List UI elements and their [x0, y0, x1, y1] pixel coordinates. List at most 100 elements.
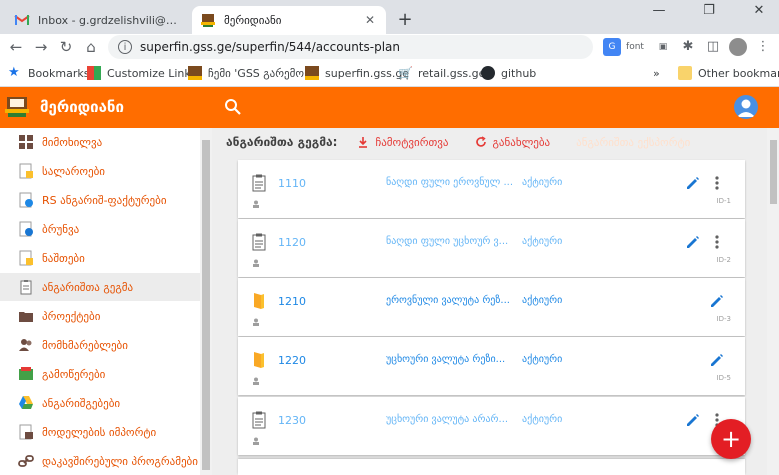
tab-strip: Inbox - g.grdzelishvili@gss.ge - G მერიდ… — [0, 0, 779, 34]
clipboard-icon — [252, 174, 266, 192]
sidebar-item-users[interactable]: მომხმარებლები — [0, 331, 200, 359]
home-icon[interactable]: ⌂ — [81, 37, 101, 57]
main-scrollbar[interactable] — [767, 128, 779, 475]
new-tab-icon[interactable]: + — [394, 9, 416, 31]
close-window-icon[interactable]: ✕ — [739, 0, 779, 22]
account-code[interactable]: 1110 — [278, 177, 306, 190]
sidebar-item-model-import[interactable]: მოდელების იმპორტი — [0, 418, 200, 446]
account-card-partial[interactable] — [238, 459, 745, 475]
edit-icon[interactable] — [709, 352, 725, 368]
tab-title: მერიდიანი — [224, 13, 282, 27]
reload-icon[interactable]: ↻ — [56, 37, 76, 57]
app-logo-icon[interactable] — [4, 94, 30, 120]
account-card[interactable]: 1120 ნაღდი ფული უცხოურ ვ... აქტიური ID-2 — [238, 219, 745, 277]
account-name[interactable]: ნაღდი ფული ეროვნულ ... — [386, 177, 513, 188]
users-icon — [19, 339, 32, 351]
sidebar-item-connected-apps[interactable]: დაკავშირებული პროგრამები — [0, 447, 200, 475]
sidebar-item-turnover[interactable]: ბრუნვა — [0, 215, 200, 243]
account-card[interactable]: 1230 უცხოური ვალუტა არარ... აქტიური — [238, 397, 745, 455]
page-title: ანგარიშთა გეგმა: — [226, 135, 338, 149]
refresh-button[interactable]: განახლება — [475, 136, 550, 149]
sidebar-item-overview[interactable]: მიმოხილვა — [0, 128, 200, 156]
link-icon — [18, 455, 34, 467]
back-icon[interactable]: ← — [6, 37, 26, 57]
account-name[interactable]: ნაღდი ფული უცხოურ ვ... — [386, 236, 508, 247]
sidebar-item-cash-desks[interactable]: სალაროები — [0, 157, 200, 185]
screenshot-extension-icon[interactable]: ▣ — [654, 38, 672, 56]
account-code[interactable]: 1220 — [278, 354, 306, 367]
sidebar-item-projects[interactable]: პროექტები — [0, 302, 200, 330]
bookmarks-bar: ★ Bookmarks Customize Links ჩემი 'GSS გა… — [0, 60, 779, 87]
bookmark-customize-links[interactable]: Customize Links — [87, 65, 197, 81]
account-code[interactable]: 1230 — [278, 414, 306, 427]
account-name[interactable]: უცხოური ვალუტა არარ... — [386, 414, 508, 425]
account-id: ID-5 — [716, 374, 731, 382]
account-status: აქტიური — [522, 414, 563, 425]
account-name[interactable]: ეროვნული ვალუტა რეზ... — [386, 295, 510, 306]
star-icon: ★ — [8, 65, 20, 80]
account-card[interactable]: 1110 ნაღდი ფული ეროვნულ ... აქტიური ID-1 — [238, 160, 745, 218]
account-name[interactable]: უცხოური ვალუტა რეზი... — [386, 354, 505, 365]
account-id: ID-2 — [716, 256, 731, 264]
edit-icon[interactable] — [685, 412, 701, 428]
profile-avatar-icon[interactable] — [729, 38, 747, 56]
user-small-icon — [253, 437, 259, 445]
maximize-icon[interactable]: ❐ — [689, 0, 729, 22]
search-icon[interactable] — [224, 98, 242, 116]
account-code[interactable]: 1210 — [278, 295, 306, 308]
font-extension-icon[interactable]: font — [626, 38, 644, 56]
sidebar-item-balances[interactable]: ნაშთები — [0, 244, 200, 272]
account-status: აქტიური — [522, 354, 563, 365]
sidebar-scroll-thumb[interactable] — [202, 140, 210, 470]
bookmark-github[interactable]: github — [481, 65, 536, 81]
bookmark-other[interactable]: Other bookmarks — [678, 65, 779, 81]
bookmarks-overflow-icon[interactable]: » — [653, 65, 660, 81]
sidebar-item-reports[interactable]: ანგარიშგებები — [0, 389, 200, 417]
forward-icon[interactable]: → — [31, 37, 51, 57]
add-account-button[interactable]: + — [711, 419, 751, 459]
cash-document-icon — [19, 163, 33, 179]
clipboard-icon — [252, 411, 266, 429]
tab-title: Inbox - g.grdzelishvili@gss.ge - G — [38, 13, 181, 27]
minimize-icon[interactable]: — — [639, 0, 679, 22]
sidebar-item-subscriptions[interactable]: გამოწერები — [0, 360, 200, 388]
dashboard-icon — [19, 135, 33, 149]
main-scroll-thumb[interactable] — [770, 140, 777, 204]
export-button[interactable]: ანგარიშთა ექსპორტი — [576, 136, 690, 149]
balances-document-icon — [19, 250, 33, 266]
account-code[interactable]: 1120 — [278, 236, 306, 249]
edit-icon[interactable] — [709, 293, 725, 309]
edit-icon[interactable] — [685, 234, 701, 250]
bookmark-bookmarks[interactable]: ★ Bookmarks — [8, 65, 89, 81]
download-button[interactable]: ჩამოტვირთვა — [357, 136, 449, 149]
site-info-icon[interactable]: i — [118, 40, 132, 54]
sidebar-item-rs-invoices[interactable]: RS ანგარიშ-ფაქტურები — [0, 186, 200, 214]
edit-icon[interactable] — [685, 175, 701, 191]
extensions-icon[interactable]: ✱ — [679, 38, 697, 56]
close-tab-icon[interactable]: ✕ — [362, 12, 378, 28]
user-small-icon — [253, 377, 259, 385]
user-avatar-icon[interactable] — [734, 95, 758, 119]
sidebar-item-accounts-plan[interactable]: ანგარიშთა გეგმა — [0, 273, 200, 301]
bookmark-retail[interactable]: 🛒 retail.gss.ge — [398, 65, 485, 81]
account-id: ID-3 — [716, 315, 731, 323]
more-vertical-icon[interactable] — [712, 234, 722, 250]
account-status: აქტიური — [522, 177, 563, 188]
bookmark-gss-environment[interactable]: ჩემი 'GSS გარემო' — [188, 65, 307, 81]
sidebar-scrollbar[interactable] — [200, 128, 212, 475]
bookmark-superfin[interactable]: superfin.gss.ge — [305, 65, 409, 81]
menu-kebab-icon[interactable]: ⋮ — [754, 38, 772, 56]
user-small-icon — [253, 259, 259, 267]
tab-gmail[interactable]: Inbox - g.grdzelishvili@gss.ge - G — [6, 6, 189, 34]
account-card[interactable]: 1210 ეროვნული ვალუტა რეზ... აქტიური ID-3 — [238, 278, 745, 336]
account-card[interactable]: 1220 უცხოური ვალუტა რეზი... აქტიური ID-5 — [238, 337, 745, 395]
translate-icon[interactable]: G — [603, 38, 621, 56]
account-status: აქტიური — [522, 236, 563, 247]
more-vertical-icon[interactable] — [712, 175, 722, 191]
tab-meridian[interactable]: მერიდიანი ✕ — [192, 6, 386, 34]
folder-icon — [254, 293, 264, 309]
grid-icon — [87, 66, 101, 80]
download-icon — [359, 137, 368, 148]
side-panel-icon[interactable]: ◫ — [704, 38, 722, 56]
address-bar[interactable]: i superfin.gss.ge/superfin/544/accounts-… — [108, 35, 593, 59]
